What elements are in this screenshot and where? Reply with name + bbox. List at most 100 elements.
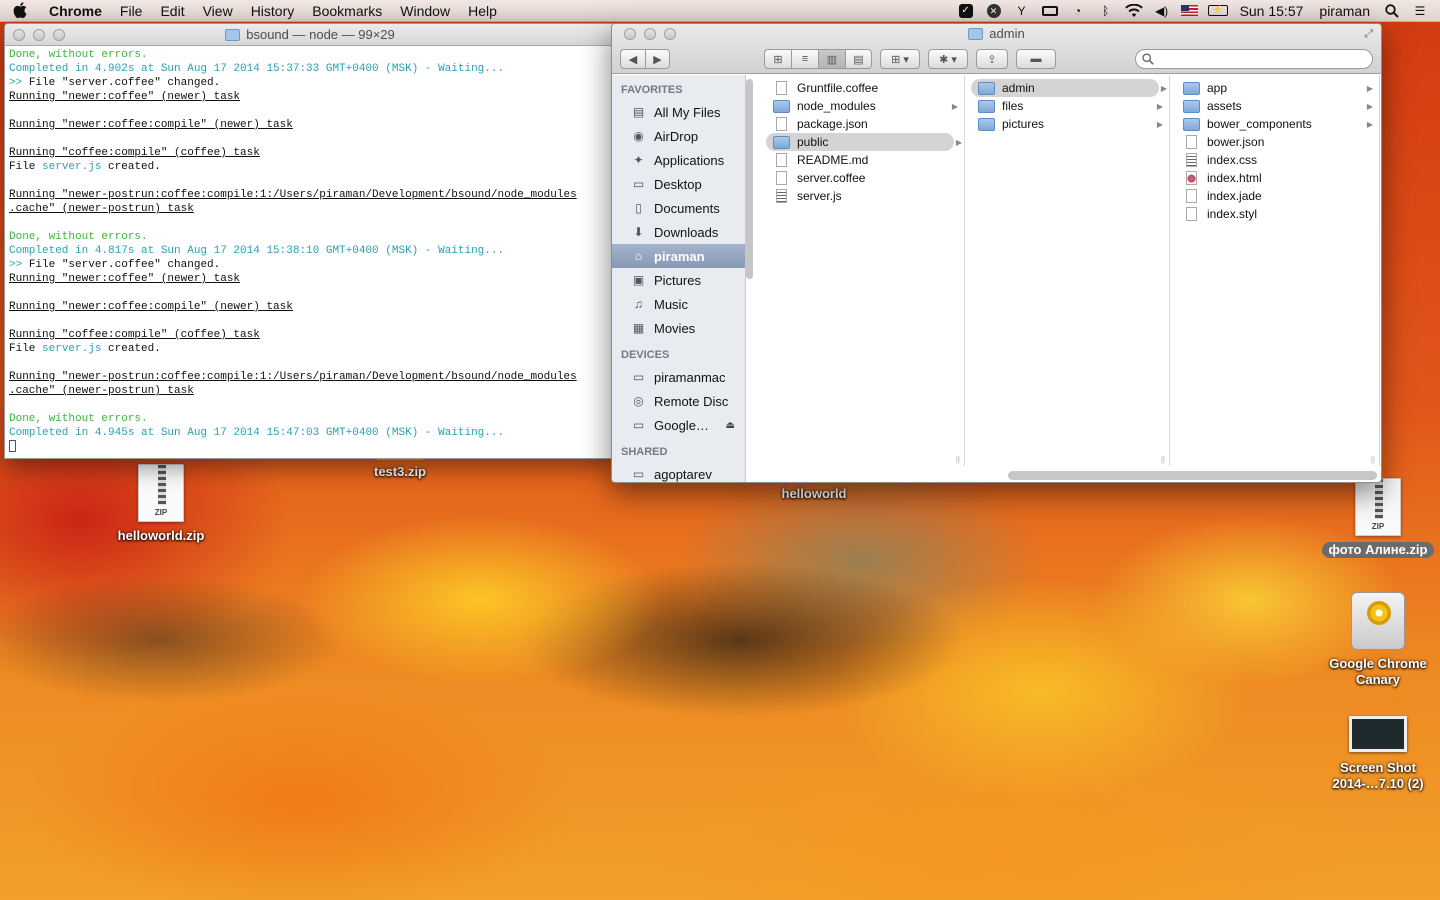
disclosure-arrow-icon: ▶ xyxy=(1366,119,1373,129)
arrange-icon: ⊞ ▾ xyxy=(891,53,909,66)
menu-bookmarks[interactable]: Bookmarks xyxy=(303,0,391,22)
sidebar-item-documents[interactable]: ▯ Documents xyxy=(612,196,745,220)
list-view-button[interactable]: ≡ xyxy=(791,49,818,69)
menu-app-name[interactable]: Chrome xyxy=(40,0,111,22)
column-item[interactable]: README.md xyxy=(760,151,964,169)
spotlight-search-icon[interactable] xyxy=(1382,3,1402,19)
desktop-icon-helloworld-folder[interactable]: helloworld xyxy=(760,486,868,502)
sidebar-item-google[interactable]: ▭ Google… ⏏ xyxy=(612,413,745,437)
share-button[interactable]: ⇪ xyxy=(976,49,1008,69)
column-resize-handle[interactable]: || xyxy=(956,455,960,464)
sidebar-scrollbar[interactable] xyxy=(746,79,753,279)
column-item[interactable]: index.jade xyxy=(1170,187,1379,205)
terminal-window: bsound — node — 99×29 Done, without erro… xyxy=(4,23,616,459)
column-item[interactable]: package.json xyxy=(760,115,964,133)
sidebar-item-piramanmac[interactable]: ▭ piramanmac xyxy=(612,365,745,389)
menu-edit[interactable]: Edit xyxy=(151,0,193,22)
column-item[interactable]: pictures ▶ xyxy=(965,115,1169,133)
search-input[interactable] xyxy=(1135,49,1373,69)
horizontal-scrollbar[interactable] xyxy=(1008,471,1377,480)
terminal-prompt-line[interactable] xyxy=(9,440,611,454)
antenna-icon[interactable]: Y xyxy=(1012,3,1032,19)
column-item[interactable]: public ▶ xyxy=(766,133,962,151)
sidebar-item-downloads[interactable]: ⬇ Downloads xyxy=(612,220,745,244)
sidebar-item-airdrop[interactable]: ◉ AirDrop xyxy=(612,124,745,148)
desktop-icon-chrome-canary[interactable]: Google Chrome Canary xyxy=(1318,592,1438,688)
terminal-titlebar[interactable]: bsound — node — 99×29 xyxy=(5,24,615,46)
column-item-label: index.css xyxy=(1207,153,1258,167)
column-item[interactable]: server.coffee xyxy=(760,169,964,187)
forward-button[interactable]: ▶ xyxy=(645,49,670,69)
sidebar-item-agoptarev[interactable]: ▭ agoptarev xyxy=(612,462,745,482)
menu-bar: Chrome File Edit View History Bookmarks … xyxy=(0,0,1440,22)
menu-clock[interactable]: Sun 15:57 xyxy=(1232,0,1312,22)
column-item[interactable]: index.styl xyxy=(1170,205,1379,223)
sidebar-item-label: AirDrop xyxy=(654,128,699,144)
column-item[interactable]: Gruntfile.coffee xyxy=(760,79,964,97)
terminal-output[interactable]: Done, without errors. Completed in 4.902s… xyxy=(5,46,615,456)
bluetooth-icon[interactable]: ᛒ xyxy=(1096,3,1116,19)
menu-user[interactable]: piraman xyxy=(1311,0,1378,22)
sidebar-item-movies[interactable]: ▦ Movies xyxy=(612,316,745,340)
notification-center-icon[interactable]: ☰ xyxy=(1410,3,1430,19)
column-item[interactable]: admin ▶ xyxy=(971,79,1167,97)
column-item[interactable]: bower_components ▶ xyxy=(1170,115,1379,133)
cover-flow-button[interactable]: ▤ xyxy=(845,49,872,69)
document-file-icon xyxy=(1186,189,1197,203)
menu-window[interactable]: Window xyxy=(391,0,459,22)
desktop-icon-helloworld-zip[interactable]: ZIP helloworld.zip xyxy=(105,464,217,544)
column-item[interactable]: files ▶ xyxy=(965,97,1169,115)
column-item-label: Gruntfile.coffee xyxy=(797,81,879,95)
battery-charging-icon[interactable]: ⚡ xyxy=(1207,3,1228,19)
menu-history[interactable]: History xyxy=(242,0,304,22)
arrange-button[interactable]: ⊞ ▾ xyxy=(880,49,920,69)
desktop-icon-screenshot[interactable]: Screen Shot 2014-…7.10 (2) xyxy=(1318,716,1438,792)
column-item[interactable]: bower.json xyxy=(1170,133,1379,151)
finder-toolbar: ◀ ▶ ⊞ ≡ ▥ ▤ ⊞ ▾ ✱ ▾ ⇪ ▬ xyxy=(620,48,1373,70)
wifi-icon[interactable] xyxy=(1124,3,1144,19)
desktop-icon-foto-zip[interactable]: ZIP фото Алине.zip xyxy=(1322,478,1434,558)
finder-titlebar[interactable]: admin ⤢ ◀ ▶ ⊞ ≡ ▥ ▤ ⊞ ▾ ✱ ▾ ⇪ ▬ xyxy=(612,24,1381,74)
column-item[interactable]: index.css xyxy=(1170,151,1379,169)
desktop-icon-label: helloworld.zip xyxy=(117,528,205,543)
column-resize-handle[interactable]: || xyxy=(1371,455,1375,464)
volume-icon[interactable]: ◀) xyxy=(1152,3,1172,19)
sidebar-item-label: Movies xyxy=(654,320,696,336)
icon-view-button[interactable]: ⊞ xyxy=(764,49,791,69)
memory-chip-icon[interactable] xyxy=(1040,3,1060,19)
x-circle-icon[interactable]: ✕ xyxy=(984,3,1004,19)
action-button[interactable]: ✱ ▾ xyxy=(928,49,968,69)
fullscreen-icon[interactable]: ⤢ xyxy=(1364,28,1373,41)
pictures-icon: ▣ xyxy=(632,273,645,287)
column-item[interactable]: index.html xyxy=(1170,169,1379,187)
sidebar-item-desktop[interactable]: ▭ Desktop xyxy=(612,172,745,196)
apple-menu-icon[interactable] xyxy=(0,0,40,23)
menu-help[interactable]: Help xyxy=(459,0,506,22)
sidebar-item-all-my-files[interactable]: ▤ All My Files xyxy=(612,100,745,124)
menu-file[interactable]: File xyxy=(111,0,152,22)
menu-view[interactable]: View xyxy=(194,0,242,22)
eject-icon[interactable]: ⏏ xyxy=(726,420,735,431)
back-button[interactable]: ◀ xyxy=(620,49,645,69)
column-3[interactable]: app ▶ assets ▶ bower_components ▶ bower.json in… xyxy=(1170,75,1380,466)
checkmark-badge-icon[interactable]: ✓ xyxy=(956,3,976,19)
column-resize-handle[interactable]: || xyxy=(1161,455,1165,464)
folder-icon xyxy=(978,117,995,131)
column-2[interactable]: admin ▶ files ▶ pictures ▶ || xyxy=(965,75,1170,466)
sidebar-item-pictures[interactable]: ▣ Pictures xyxy=(612,268,745,292)
column-item[interactable]: server.js xyxy=(760,187,964,205)
column-item[interactable]: assets ▶ xyxy=(1170,97,1379,115)
sidebar-item-piraman[interactable]: ⌂ piraman xyxy=(612,244,745,268)
tags-button[interactable]: ▬ xyxy=(1016,49,1056,69)
column-item[interactable]: node_modules ▶ xyxy=(760,97,964,115)
sidebar-item-music[interactable]: ♫ Music xyxy=(612,292,745,316)
column-view-button[interactable]: ▥ xyxy=(818,49,845,69)
sidebar-item-applications[interactable]: ✦ Applications xyxy=(612,148,745,172)
column-item[interactable]: app ▶ xyxy=(1170,79,1379,97)
column-1[interactable]: Gruntfile.coffee node_modules ▶ package.jso… xyxy=(760,75,965,466)
sidebar-item-remote-disc[interactable]: ◎ Remote Disc xyxy=(612,389,745,413)
time-machine-icon[interactable]: ◔ xyxy=(1068,3,1088,19)
us-flag-icon[interactable] xyxy=(1180,3,1200,19)
